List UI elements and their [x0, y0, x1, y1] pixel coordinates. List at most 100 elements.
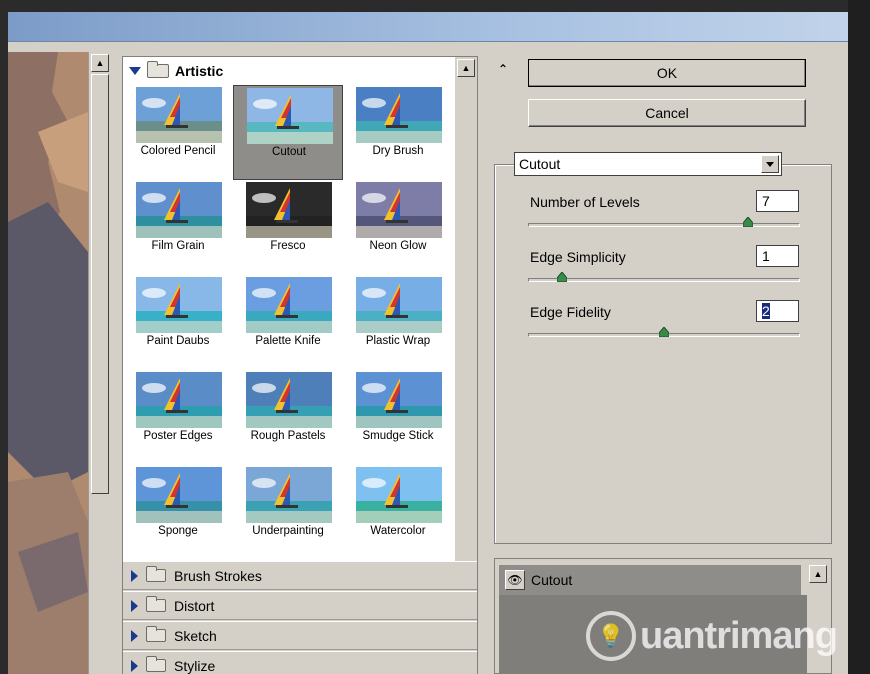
- folder-icon: [146, 626, 166, 642]
- dialog-title-bar[interactable]: [8, 12, 870, 42]
- sponge-thumbnail: [136, 467, 222, 523]
- plastic-wrap-thumbnail: [356, 277, 442, 333]
- window-left-edge: [0, 12, 8, 674]
- filter-thumbnail-label: Palette Knife: [255, 335, 321, 347]
- filter-thumbnail[interactable]: Palette Knife: [233, 275, 343, 370]
- category-title: Artistic: [175, 63, 224, 79]
- edge-simplicity-label: Edge Simplicity: [530, 249, 626, 265]
- collapsed-triangle-icon: [131, 629, 138, 642]
- filter-thumbnail[interactable]: Rough Pastels: [233, 370, 343, 465]
- cancel-button[interactable]: Cancel: [528, 99, 806, 127]
- category-stylize[interactable]: Stylize: [123, 651, 477, 674]
- effect-layer-row[interactable]: 👁 Cutout: [499, 565, 801, 595]
- filter-thumbnail-label: Fresco: [270, 240, 306, 252]
- filter-thumbnail[interactable]: Poster Edges: [123, 370, 233, 465]
- cutout-thumbnail: [247, 88, 333, 144]
- filter-thumbnail[interactable]: Plastic Wrap: [343, 275, 453, 370]
- filter-thumbnail-label: Neon Glow: [369, 240, 427, 252]
- category-label: Brush Strokes: [174, 567, 262, 584]
- collapsed-triangle-icon: [131, 599, 138, 612]
- effect-layer-name: Cutout: [531, 572, 573, 588]
- folder-icon: [146, 596, 166, 612]
- scroll-thumb[interactable]: [91, 74, 109, 494]
- watercolor-thumbnail: [356, 467, 442, 523]
- collapse-gallery-icon[interactable]: ⌃: [498, 62, 508, 76]
- folder-icon: [146, 566, 166, 582]
- filter-thumbnail[interactable]: Film Grain: [123, 180, 233, 275]
- edge-fidelity-input[interactable]: 2: [756, 300, 799, 322]
- filter-thumbnail[interactable]: Cutout: [233, 85, 343, 180]
- filter-thumbnail[interactable]: Smudge Stick: [343, 370, 453, 465]
- watermark-text: uantrimang: [640, 614, 838, 657]
- eye-visibility-icon[interactable]: 👁: [505, 570, 525, 590]
- number-of-levels-label: Number of Levels: [530, 194, 640, 210]
- expanded-triangle-icon: [129, 67, 141, 75]
- filter-thumbnail[interactable]: Paint Daubs: [123, 275, 233, 370]
- filter-thumbnail-grid: Colored Pencil Cutout Dry Brush Film Grain F…: [123, 85, 455, 561]
- smudge-stick-thumbnail: [356, 372, 442, 428]
- watermark: 💡 uantrimang: [586, 606, 866, 666]
- folder-icon: [147, 61, 169, 78]
- number-of-levels-slider[interactable]: [528, 223, 800, 227]
- edge-simplicity-input[interactable]: 1: [756, 245, 799, 267]
- filter-thumbnail[interactable]: Colored Pencil: [123, 85, 233, 180]
- dropdown-arrow-icon[interactable]: [761, 155, 779, 173]
- filter-thumbnail[interactable]: Underpainting: [233, 465, 343, 560]
- film-grain-thumbnail: [136, 182, 222, 238]
- preview-scrollbar[interactable]: ▲: [88, 52, 110, 674]
- neon-glow-thumbnail: [356, 182, 442, 238]
- category-header-artistic[interactable]: Artistic: [123, 57, 455, 85]
- filter-thumbnail-label: Colored Pencil: [140, 145, 216, 157]
- filter-thumbnail-label: Underpainting: [252, 525, 324, 537]
- palette-knife-thumbnail: [246, 277, 332, 333]
- paint-daubs-thumbnail: [136, 277, 222, 333]
- edge-simplicity-slider[interactable]: [528, 278, 800, 282]
- dry-brush-thumbnail: [356, 87, 442, 143]
- scroll-up-arrow-icon[interactable]: ▲: [457, 59, 475, 77]
- image-preview[interactable]: [8, 52, 88, 674]
- filter-select-value: Cutout: [519, 156, 561, 172]
- window-top-edge: [0, 0, 870, 12]
- filter-thumbnail-label: Smudge Stick: [362, 430, 434, 442]
- filter-thumbnail-label: Film Grain: [151, 240, 205, 252]
- folder-icon: [146, 656, 166, 672]
- gallery-scrollbar[interactable]: ▲: [455, 57, 477, 561]
- slider-thumb-icon[interactable]: [556, 271, 568, 283]
- slider-thumb-icon[interactable]: [742, 216, 754, 228]
- category-distort[interactable]: Distort: [123, 591, 477, 620]
- filter-thumbnail[interactable]: Watercolor: [343, 465, 453, 560]
- underpainting-thumbnail: [246, 467, 332, 523]
- slider-thumb-icon[interactable]: [658, 326, 670, 338]
- edge-fidelity-label: Edge Fidelity: [530, 304, 611, 320]
- poster-edges-thumbnail: [136, 372, 222, 428]
- category-sketch[interactable]: Sketch: [123, 621, 477, 650]
- filter-thumbnail-label: Rough Pastels: [250, 430, 326, 442]
- filter-thumbnail[interactable]: Sponge: [123, 465, 233, 560]
- filter-thumbnail-label: Dry Brush: [372, 145, 424, 157]
- filter-thumbnail-label: Poster Edges: [143, 430, 213, 442]
- filter-gallery: Artistic Colored Pencil Cutout Dry Brush Fi…: [122, 56, 478, 674]
- ok-button[interactable]: OK: [528, 59, 806, 87]
- filter-thumbnail[interactable]: Dry Brush: [343, 85, 453, 180]
- filter-settings-panel: [494, 164, 832, 544]
- collapsed-triangle-icon: [131, 659, 138, 672]
- filter-thumbnail-label: Watercolor: [370, 525, 426, 537]
- filter-thumbnail-label: Paint Daubs: [146, 335, 210, 347]
- colored-pencil-thumbnail: [136, 87, 222, 143]
- filter-thumbnail-label: Sponge: [158, 525, 198, 537]
- scroll-up-arrow-icon[interactable]: ▲: [91, 54, 109, 72]
- window-right-edge: [848, 0, 870, 674]
- fresco-thumbnail: [246, 182, 332, 238]
- category-label: Sketch: [174, 627, 217, 644]
- category-label: Stylize: [174, 657, 216, 674]
- filter-thumbnail[interactable]: Neon Glow: [343, 180, 453, 275]
- category-label: Distort: [174, 597, 215, 614]
- filter-thumbnail-label: Cutout: [272, 146, 306, 158]
- filter-thumbnail[interactable]: Fresco: [233, 180, 343, 275]
- category-brush-strokes[interactable]: Brush Strokes: [123, 561, 477, 590]
- number-of-levels-input[interactable]: 7: [756, 190, 799, 212]
- collapsed-triangle-icon: [131, 569, 138, 582]
- lightbulb-icon: 💡: [586, 611, 636, 661]
- scroll-up-arrow-icon[interactable]: ▲: [809, 565, 827, 583]
- filter-select[interactable]: Cutout: [514, 152, 782, 176]
